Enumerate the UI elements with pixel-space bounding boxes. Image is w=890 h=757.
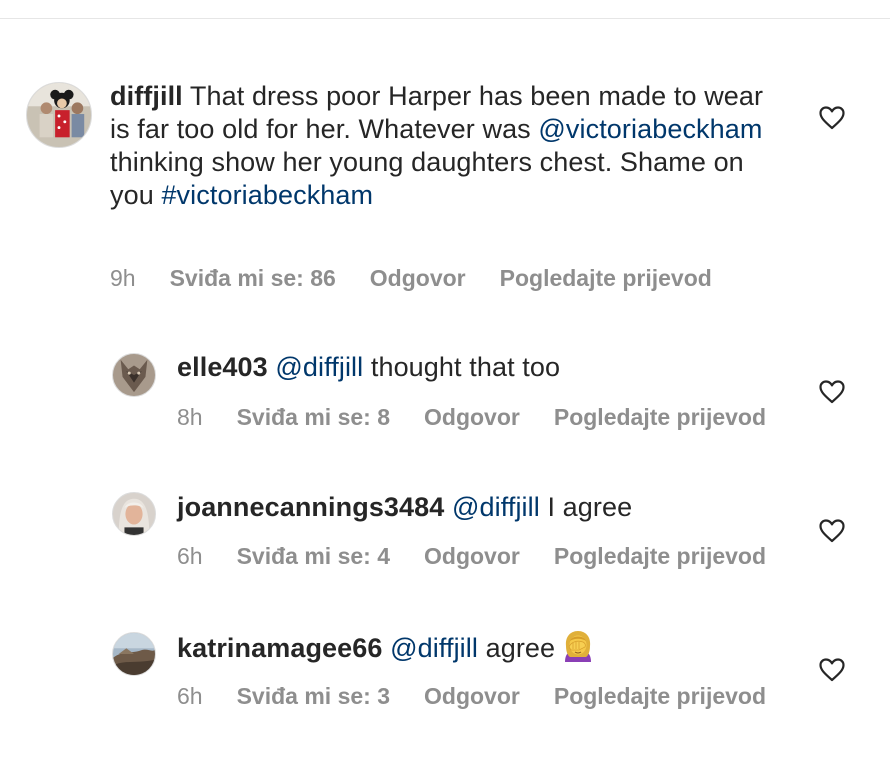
comment-text: I agree bbox=[539, 492, 633, 522]
comment-username[interactable]: joannecannings3484 bbox=[177, 492, 444, 522]
avatar-diffjill[interactable] bbox=[26, 82, 92, 148]
top-divider bbox=[0, 18, 890, 19]
see-translation-button[interactable]: Pogledajte prijevod bbox=[554, 403, 766, 431]
comment-meta: 6h Sviđa mi se: 4 Odgovor Pogledajte prijev… bbox=[177, 542, 766, 570]
likes-count[interactable]: Sviđa mi se: 3 bbox=[237, 682, 390, 710]
heart-outline-icon[interactable] bbox=[819, 106, 845, 130]
comment-body: joannecannings3484 @diffjill I agree bbox=[177, 491, 817, 524]
avatar-image bbox=[113, 354, 155, 396]
comment-time: 8h bbox=[177, 404, 203, 430]
heart-outline-icon[interactable] bbox=[819, 519, 845, 543]
see-translation-button[interactable]: Pogledajte prijevod bbox=[554, 542, 766, 570]
comment-time: 9h bbox=[110, 265, 136, 291]
mention-link[interactable]: @diffjill bbox=[452, 492, 540, 522]
avatar-image bbox=[27, 83, 91, 147]
comment-meta: 6h Sviđa mi se: 3 Odgovor Pogledajte prijev… bbox=[177, 682, 766, 710]
reply-button[interactable]: Odgovor bbox=[424, 403, 520, 431]
likes-count[interactable]: Sviđa mi se: 86 bbox=[170, 264, 336, 292]
mention-link[interactable]: @diffjill bbox=[275, 352, 363, 382]
comment-meta: 9h Sviđa mi se: 86 Odgovor Pogledajte prije… bbox=[110, 264, 712, 292]
reply-button[interactable]: Odgovor bbox=[424, 682, 520, 710]
comment-username[interactable]: diffjill bbox=[110, 81, 183, 111]
heart-outline-icon[interactable] bbox=[819, 658, 845, 682]
see-translation-button[interactable]: Pogledajte prijevod bbox=[500, 264, 712, 292]
comment-text: agree bbox=[477, 633, 556, 663]
reply-button[interactable]: Odgovor bbox=[424, 542, 520, 570]
comment-time: 6h bbox=[177, 683, 203, 709]
likes-count[interactable]: Sviđa mi se: 8 bbox=[237, 403, 390, 431]
reply-button[interactable]: Odgovor bbox=[370, 264, 466, 292]
likes-count[interactable]: Sviđa mi se: 4 bbox=[237, 542, 390, 570]
mention-link[interactable]: @victoriabeckham bbox=[538, 114, 762, 144]
comment-meta: 8h Sviđa mi se: 8 Odgovor Pogledajte prijev… bbox=[177, 403, 766, 431]
comment-body: diffjill That dress poor Harper has been… bbox=[110, 80, 790, 212]
heart-outline-icon[interactable] bbox=[819, 380, 845, 404]
avatar-image bbox=[113, 493, 155, 535]
comment-body: elle403 @diffjill thought that too bbox=[177, 351, 817, 384]
avatar-katrinamagee66[interactable] bbox=[112, 632, 156, 676]
comment-text: thought that too bbox=[363, 352, 561, 382]
mention-link[interactable]: @diffjill bbox=[390, 633, 478, 663]
see-translation-button[interactable]: Pogledajte prijevod bbox=[554, 682, 766, 710]
hashtag-link[interactable]: #victoriabeckham bbox=[161, 180, 373, 210]
facepalm-woman-emoji bbox=[561, 630, 595, 662]
avatar-image bbox=[113, 633, 155, 675]
avatar-elle403[interactable] bbox=[112, 353, 156, 397]
comment-username[interactable]: elle403 bbox=[177, 352, 268, 382]
avatar-joannecannings3484[interactable] bbox=[112, 492, 156, 536]
comment-body: katrinamagee66 @diffjill agree bbox=[177, 630, 817, 665]
comment-time: 6h bbox=[177, 543, 203, 569]
comment-username[interactable]: katrinamagee66 bbox=[177, 633, 383, 663]
